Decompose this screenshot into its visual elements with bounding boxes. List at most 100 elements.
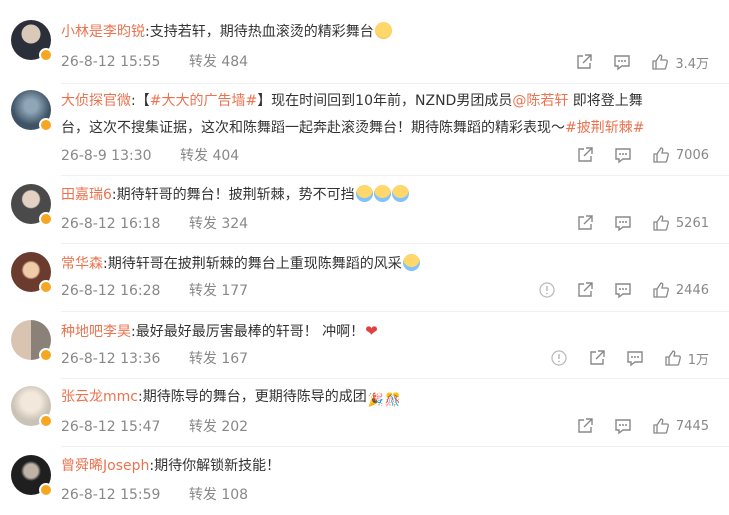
- share-icon[interactable]: [588, 349, 606, 367]
- share-icon[interactable]: [576, 146, 594, 164]
- comment-content: 】现在时间回到10年前，NZND男团成员: [257, 93, 513, 109]
- avatar[interactable]: [11, 320, 53, 362]
- comment-actions: 5261: [556, 213, 709, 233]
- confetti-emoji-icon: 🎊: [384, 393, 402, 408]
- avatar[interactable]: [11, 184, 53, 226]
- comment-actions: 1万: [530, 348, 709, 368]
- comment-text: 张云龙mmc:期待陈导的舞台，更期待陈导的成团🎉🎊: [61, 385, 709, 413]
- comment-username[interactable]: 常华森: [61, 256, 103, 272]
- repost-label[interactable]: 转发 324: [189, 216, 248, 232]
- like-count: 2446: [675, 282, 709, 298]
- verified-badge-icon: [39, 212, 53, 226]
- divider: [61, 446, 729, 447]
- comment-actions: 7445: [556, 416, 709, 436]
- report-icon[interactable]: [550, 349, 568, 367]
- comment-meta: 26-8-12 16:18 转发 324: [61, 213, 248, 233]
- comment-icon[interactable]: [613, 53, 631, 71]
- share-icon[interactable]: [576, 417, 594, 435]
- comment-username[interactable]: 大侦探官微: [61, 93, 131, 109]
- topic-link[interactable]: #披荆斩棘#: [565, 120, 644, 136]
- comment-time: 26-8-12 16:18: [61, 216, 161, 232]
- comment-content: 台，这次不搜集证据，这次和陈舞蹈一起奔赴滚烫舞台！期待陈舞蹈的精彩表现～: [61, 120, 565, 136]
- avatar[interactable]: [11, 455, 53, 497]
- comment-content: :期待轩哥在披荆斩棘的舞台上重现陈舞蹈的风采: [103, 256, 402, 272]
- thumbs-up-icon[interactable]: [664, 349, 682, 367]
- comment-time: 26-8-12 15:55: [61, 54, 161, 70]
- comment-time: 26-8-12 13:36: [61, 351, 161, 367]
- comment-content: :【: [131, 93, 150, 109]
- comment-content: :最好最好最厉害最棒的轩哥！ 冲啊！: [131, 324, 365, 340]
- repost-label[interactable]: 转发 108: [189, 487, 248, 503]
- comment-username[interactable]: 张云龙mmc: [61, 389, 138, 405]
- comment-text-line2: 台，这次不搜集证据，这次和陈舞蹈一起奔赴滚烫舞台！期待陈舞蹈的精彩表现～#披荆斩…: [61, 116, 709, 141]
- comment-content: :支持若轩，期待热血滚烫的精彩舞台: [145, 24, 374, 40]
- comment-username[interactable]: 田嘉瑞6: [61, 187, 112, 203]
- avatar[interactable]: [11, 252, 53, 294]
- thumbs-up-icon[interactable]: [651, 53, 669, 71]
- divider: [61, 311, 729, 312]
- comment-icon[interactable]: [626, 349, 644, 367]
- share-icon[interactable]: [575, 53, 593, 71]
- comment-username[interactable]: 种地吧李昊: [61, 324, 131, 340]
- crying-emoji-icon: [402, 254, 420, 271]
- comment-icon[interactable]: [614, 146, 632, 164]
- crying-emoji-icon: [355, 185, 373, 202]
- comment-icon[interactable]: [614, 214, 632, 232]
- avatar[interactable]: [11, 386, 53, 428]
- comment-text: 种地吧李昊:最好最好最厉害最棒的轩哥！ 冲啊！❤: [61, 319, 709, 345]
- comment-meta: 26-8-9 13:30 转发 404: [61, 145, 239, 165]
- comment-text: 大侦探官微:【#大大的广告墙#】现在时间回到10年前，NZND男团成员@陈若轩 …: [61, 89, 709, 114]
- comment-actions: 7006: [556, 145, 709, 165]
- comment-actions: 3.4万: [555, 52, 709, 72]
- share-icon[interactable]: [576, 281, 594, 299]
- verified-badge-icon: [39, 48, 53, 62]
- like-count: 7006: [675, 147, 709, 163]
- thumbs-up-icon[interactable]: [652, 146, 670, 164]
- comment-text: 常华森:期待轩哥在披荆斩棘的舞台上重现陈舞蹈的风采: [61, 252, 709, 277]
- thumbs-up-icon[interactable]: [652, 281, 670, 299]
- party-popper-emoji-icon: 🎉: [367, 393, 384, 408]
- comment-meta: 26-8-12 13:36 转发 167: [61, 348, 248, 368]
- comment-meta: 26-8-12 15:47 转发 202: [61, 416, 248, 436]
- divider: [61, 378, 729, 379]
- comment-text: 小林是李昀锐:支持若轩，期待热血滚烫的精彩舞台: [61, 20, 709, 45]
- comment-meta: 26-8-12 16:28 转发 177: [61, 280, 248, 300]
- comment-actions: 2446: [518, 280, 709, 300]
- avatar[interactable]: [11, 90, 53, 132]
- repost-label[interactable]: 转发 177: [189, 283, 248, 299]
- share-icon[interactable]: [576, 214, 594, 232]
- comment-time: 26-8-12 15:47: [61, 419, 161, 435]
- heart-emoji-icon: ❤: [365, 322, 378, 340]
- like-count: 3.4万: [675, 56, 709, 72]
- repost-label[interactable]: 转发 404: [180, 148, 239, 164]
- repost-label[interactable]: 转发 167: [189, 351, 248, 367]
- comment-meta: 26-8-12 15:59 转发 108: [61, 484, 248, 504]
- verified-badge-icon: [39, 414, 53, 428]
- report-icon[interactable]: [538, 281, 556, 299]
- comment-icon[interactable]: [614, 281, 632, 299]
- verified-badge-icon: [39, 483, 53, 497]
- comment-username[interactable]: 曾舜晞Joseph: [61, 458, 149, 474]
- laughing-emoji-icon: [374, 22, 392, 39]
- comment-time: 26-8-9 13:30: [61, 148, 152, 164]
- repost-label[interactable]: 转发 484: [189, 54, 248, 70]
- thumbs-up-icon[interactable]: [652, 214, 670, 232]
- comment-content: 即将登上舞: [568, 93, 643, 109]
- comment-text: 田嘉瑞6:期待轩哥的舞台！披荆斩棘，势不可挡: [61, 183, 709, 208]
- comment-content: :期待陈导的舞台，更期待陈导的成团: [137, 389, 367, 405]
- verified-badge-icon: [39, 280, 53, 294]
- repost-label[interactable]: 转发 202: [189, 419, 248, 435]
- comment-icon[interactable]: [614, 417, 632, 435]
- verified-badge-icon: [39, 118, 53, 132]
- thumbs-up-icon[interactable]: [652, 417, 670, 435]
- avatar[interactable]: [11, 20, 53, 62]
- mention-link[interactable]: @陈若轩: [512, 93, 568, 109]
- verified-badge-icon: [39, 348, 53, 362]
- comment-username[interactable]: 小林是李昀锐: [61, 24, 145, 40]
- comment-time: 26-8-12 16:28: [61, 283, 161, 299]
- comment-time: 26-8-12 15:59: [61, 487, 161, 503]
- topic-link[interactable]: #大大的广告墙#: [150, 93, 257, 109]
- comment-content: :期待你解锁新技能！: [149, 458, 281, 474]
- like-count: 7445: [675, 418, 709, 434]
- divider: [61, 83, 729, 84]
